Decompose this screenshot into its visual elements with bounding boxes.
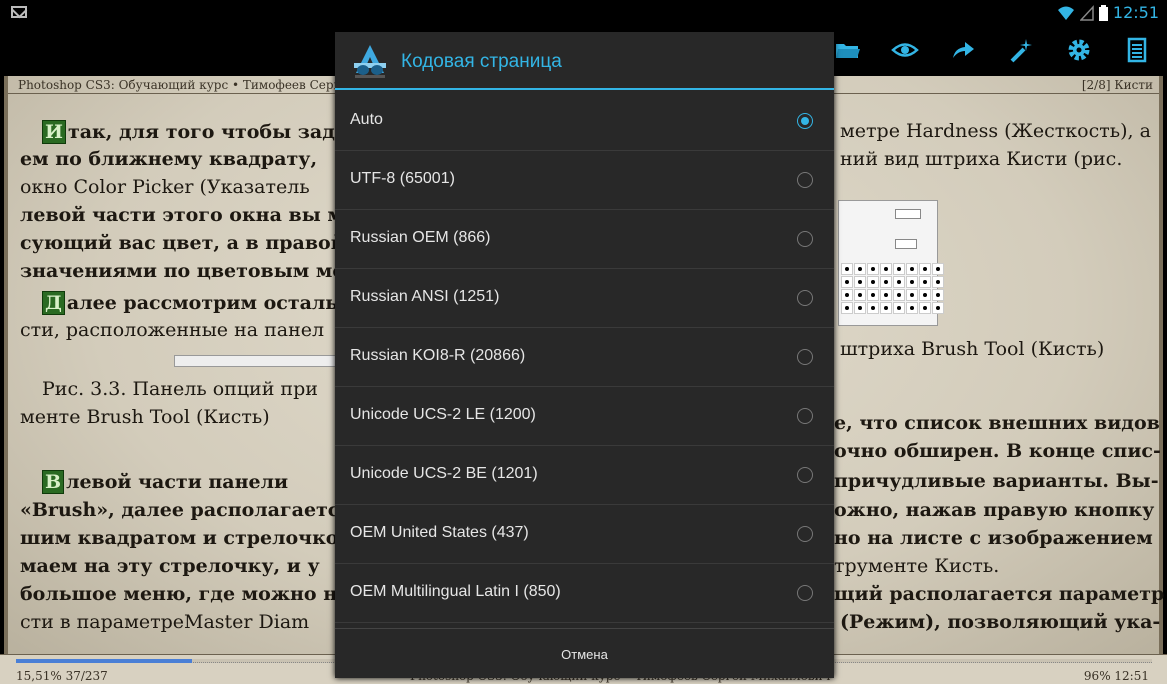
wifi-icon <box>1057 6 1074 20</box>
text-line: метре Hardness (Жесткость), а <box>840 120 1151 142</box>
codepage-option[interactable]: Russian ANSI (1251) <box>335 269 834 328</box>
text-line: трументе Кисть. <box>834 555 1000 577</box>
radio-button[interactable] <box>797 113 813 129</box>
folder-icon[interactable] <box>833 36 861 64</box>
radio-button[interactable] <box>797 526 813 542</box>
text-line: сти, расположенные на панел <box>20 319 325 341</box>
dialog-header: Кодовая страница <box>335 32 834 90</box>
dialog-title: Кодовая страница <box>401 51 562 72</box>
text-line: значениями по цветовым мо <box>20 260 346 282</box>
codepage-option[interactable]: OEM United States (437) <box>335 505 834 564</box>
codepage-option[interactable]: Unicode UCS-2 BE (1201) <box>335 446 834 505</box>
radio-button[interactable] <box>797 290 813 306</box>
radio-button[interactable] <box>797 231 813 247</box>
cancel-button[interactable]: Отмена <box>335 629 834 679</box>
text-line: менте Brush Tool (Кисть) <box>20 406 270 428</box>
text-line: левой части этого окна вы м <box>20 204 344 226</box>
text-line: ем по ближнему квадрату, <box>20 148 318 170</box>
text-line: ний вид штриха Кисти (рис. <box>840 148 1123 170</box>
text-line: «Brush», далее располагается <box>20 499 354 521</box>
text-line: Итак, для того чтобы задат <box>42 120 359 144</box>
text-line: е, что список внешних видов <box>834 412 1160 434</box>
text-line: Далее рассмотрим осталь <box>42 291 338 315</box>
signal-icon <box>1079 4 1094 21</box>
text-line: маем на эту стрелочку, и у <box>20 555 320 577</box>
codepage-option[interactable]: Russian KOI8-R (20866) <box>335 328 834 387</box>
status-clock: 12:51 <box>1112 3 1159 22</box>
radio-button[interactable] <box>797 467 813 483</box>
text-line: сти в параметреMaster Diam <box>20 611 310 633</box>
text-line: Рис. 3.3. Панель опций при <box>42 378 318 400</box>
eye-icon[interactable] <box>891 36 919 64</box>
text-line: (Режим), позволяющий ука- <box>840 611 1161 633</box>
text-line: щий располагается параметр <box>834 583 1165 605</box>
gear-icon[interactable] <box>1065 36 1093 64</box>
codepage-option[interactable]: OEM Multilingual Latin I (850) <box>335 564 834 623</box>
text-line: сующий вас цвет, а в правой <box>20 232 345 254</box>
footer-position: 15,51% 37/237 <box>16 669 108 683</box>
header-chapter: [2/8] Кисти <box>1081 78 1153 92</box>
codepage-option[interactable]: UTF-8 (65001) <box>335 151 834 210</box>
status-bar: 12:51 <box>0 0 1167 26</box>
brush-figure <box>838 200 944 326</box>
radio-button[interactable] <box>797 349 813 365</box>
text-line: шим квадратом и стрелочко <box>20 527 339 549</box>
footer-battery-time: 96% 12:51 <box>1083 669 1149 683</box>
figure-options-bar <box>174 355 338 367</box>
text-line: окно Color Picker (Указатель <box>20 176 310 198</box>
text-line: но на листе с изображением <box>834 527 1153 549</box>
arrow-right-icon[interactable] <box>949 36 977 64</box>
text-line: большое меню, где можно на <box>20 583 350 605</box>
gmail-icon <box>11 6 27 18</box>
radio-button[interactable] <box>797 408 813 424</box>
text-line: очно обширен. В конце спис- <box>834 440 1161 462</box>
text-line: Влевой части панели <box>42 470 288 494</box>
status-right: 12:51 <box>1057 3 1159 22</box>
dialog-button-bar: Отмена <box>335 628 834 678</box>
text-line: причудливые варианты. Вы- <box>834 470 1159 492</box>
text-line: штриха Brush Tool (Кисть) <box>840 338 1105 360</box>
codepage-option[interactable]: Unicode UCS-2 LE (1200) <box>335 387 834 446</box>
codepage-option[interactable]: Auto <box>335 92 834 151</box>
text-line: ожно, нажав правую кнопку <box>834 499 1155 521</box>
alreader-logo-icon <box>354 45 386 78</box>
codepage-dialog: Кодовая страница Auto UTF-8 (65001) Russ… <box>335 32 834 678</box>
radio-button[interactable] <box>797 172 813 188</box>
menu-list-icon[interactable] <box>1123 36 1151 64</box>
radio-button[interactable] <box>797 585 813 601</box>
codepage-option[interactable]: Russian OEM (866) <box>335 210 834 269</box>
battery-icon <box>1098 4 1108 21</box>
magic-wand-icon[interactable] <box>1007 36 1035 64</box>
reading-progress-fill <box>16 659 193 663</box>
